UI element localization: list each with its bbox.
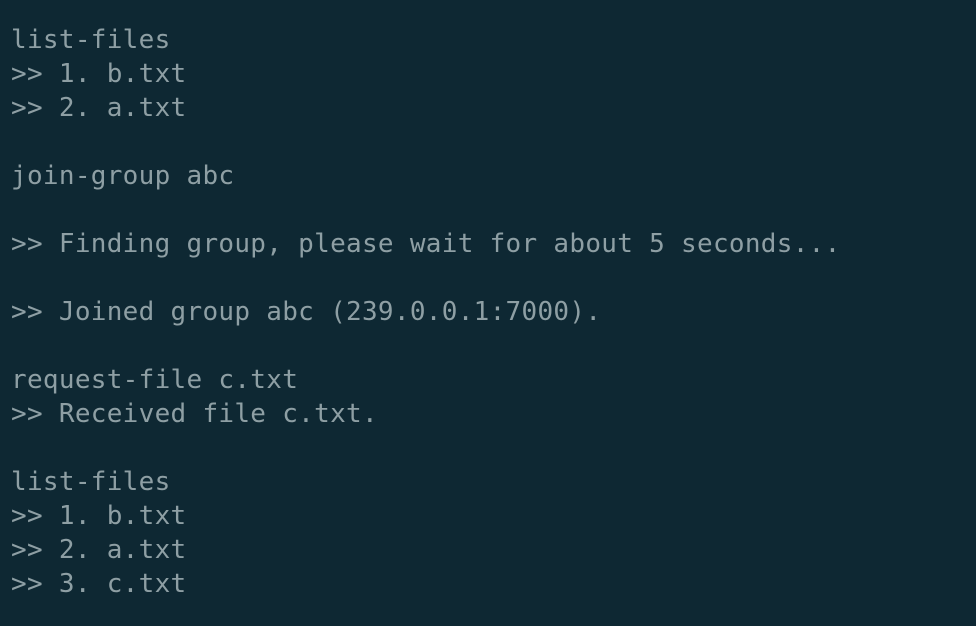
output-line: >> 1. b.txt (11, 59, 187, 89)
command-line: join-group abc (11, 161, 235, 191)
output-line: >> Joined group abc (239.0.0.1:7000). (11, 297, 602, 327)
terminal-window[interactable]: list-files >> 1. b.txt >> 2. a.txt join-… (0, 0, 976, 626)
command-line: list-files (11, 25, 171, 55)
output-line: >> Received file c.txt. (11, 399, 378, 429)
output-line: >> 3. c.txt (11, 569, 187, 599)
output-line: >> 2. a.txt (11, 535, 187, 565)
command-line: request-file c.txt (11, 365, 299, 395)
output-line: >> 1. b.txt (11, 501, 187, 531)
command-line: list-files (11, 467, 171, 497)
output-line: >> 2. a.txt (11, 93, 187, 123)
output-line: >> Finding group, please wait for about … (11, 229, 841, 259)
